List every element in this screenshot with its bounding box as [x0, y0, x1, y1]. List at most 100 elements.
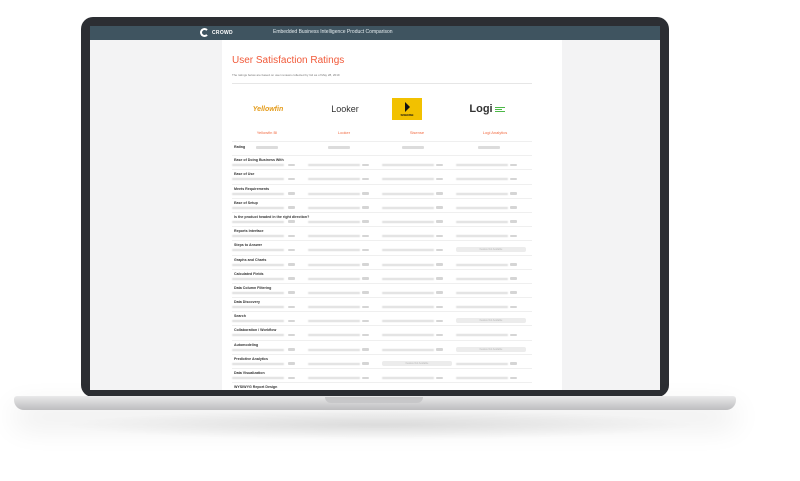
blurred-star-rating: [402, 146, 424, 149]
blurred-score-value: [436, 376, 443, 379]
vendor-name-looker[interactable]: Looker: [309, 130, 379, 135]
rating-row: Automodeling Feature Not Available: [232, 339, 532, 354]
g2-icon: [200, 28, 209, 37]
blurred-score-value: [288, 163, 295, 167]
blurred-score-bar: [382, 164, 434, 167]
blurred-score-value: [362, 177, 369, 181]
blurred-score-value: [362, 333, 369, 337]
blurred-score-bar: [308, 164, 360, 167]
blurred-score-bar: [232, 348, 284, 351]
blurred-score-value: [510, 362, 517, 365]
blurred-score-bar: [382, 277, 434, 280]
rating-row-label: WYSIWYG Report Design: [234, 385, 278, 390]
rating-row-label: Collaboration / Workflow: [234, 328, 277, 333]
blurred-score-bar: [456, 377, 508, 379]
rating-row-label: Data Discovery: [234, 300, 260, 305]
page-subtitle: The ratings below are based on user revi…: [232, 73, 340, 77]
blurred-score-value: [510, 234, 517, 238]
rating-row-label: Ease of Doing Business With: [234, 158, 284, 163]
blurred-score-value: [362, 163, 369, 167]
blurred-score-value: [436, 263, 443, 266]
blurred-score-value: [362, 277, 369, 280]
blurred-star-rating: [256, 146, 278, 149]
blurred-score-bar: [456, 306, 508, 309]
top-bar: CROWD Embedded Business Intelligence Pro…: [90, 26, 660, 40]
blurred-score-value: [288, 348, 295, 351]
blurred-score-bar: [232, 178, 284, 181]
blurred-score-bar: [232, 277, 284, 280]
blurred-score-value: [362, 291, 369, 294]
blurred-star-rating: [328, 146, 350, 149]
blurred-score-bar: [456, 291, 508, 294]
blurred-score-value: [510, 277, 517, 280]
blurred-score-bar: [308, 334, 360, 337]
rating-row-label: Is the product headed in the right direc…: [234, 214, 310, 219]
blurred-score-bar: [456, 220, 508, 223]
rating-row-label: Data Visualization: [234, 371, 265, 375]
vendor-name-yellowfin[interactable]: Yellowfin BI: [232, 130, 302, 135]
blurred-score-value: [436, 163, 443, 167]
blurred-star-rating: [478, 146, 500, 149]
looker-logo: Looker: [320, 97, 370, 121]
blurred-score-bar: [232, 291, 284, 294]
vendor-name-logi[interactable]: Logi Analytics: [460, 130, 530, 135]
blurred-score-bar: [232, 164, 284, 167]
rating-row-label: Calculated Fields: [234, 271, 264, 276]
rating-row-label: Steps to Answer: [234, 243, 263, 248]
rating-row-label: Reports Interface: [234, 229, 264, 234]
rating-row-label: Ease of Setup: [234, 200, 258, 205]
blurred-score-value: [362, 376, 369, 379]
rating-row: Reports Interface: [232, 226, 532, 240]
ratings-table: Rating Ease of Doing Business With Ease o…: [232, 141, 532, 390]
looker-logo-text: Looker: [331, 104, 359, 114]
blurred-score-bar: [456, 192, 508, 195]
g2crowd-logo[interactable]: CROWD: [200, 28, 233, 37]
rating-row: Ease of Setup: [232, 197, 532, 212]
blurred-score-value: [436, 348, 443, 351]
divider: [232, 83, 532, 84]
blurred-score-value: [510, 263, 517, 266]
rating-row: Calculated Fields: [232, 268, 532, 283]
blurred-score-value: [510, 333, 517, 337]
rating-row-label: Graphs and Charts: [234, 257, 267, 262]
rating-row: Graphs and Charts: [232, 254, 532, 269]
blurred-score-bar: [232, 320, 284, 323]
blurred-score-bar: [456, 334, 508, 337]
blurred-score-bar: [456, 277, 508, 280]
logi-logo: Logi: [462, 97, 512, 121]
feature-not-available-pill: Feature Not Available: [456, 346, 526, 352]
blurred-score-value: [288, 234, 295, 238]
blurred-score-value: [510, 376, 517, 379]
rating-label: Rating: [234, 145, 246, 149]
rating-row: WYSIWYG Report Design: [232, 382, 532, 390]
blurred-score-bar: [232, 192, 284, 195]
blurred-score-bar: [456, 164, 508, 167]
feature-not-available-pill: Feature Not Available: [382, 360, 452, 366]
blurred-score-bar: [382, 263, 434, 266]
blurred-score-value: [362, 362, 369, 365]
blurred-score-value: [288, 220, 295, 223]
logi-bars-icon: [494, 106, 505, 112]
blurred-score-value: [288, 248, 295, 252]
blurred-score-bar: [232, 263, 284, 266]
vendor-name-sisense[interactable]: Sisense: [382, 130, 452, 135]
blurred-score-value: [288, 206, 295, 209]
rating-row-label: Predictive Analytics: [234, 356, 269, 361]
rating-row-label: Data Column Filtering: [234, 285, 272, 290]
blurred-score-bar: [232, 306, 284, 309]
blurred-score-bar: [308, 277, 360, 280]
laptop-screen: CROWD Embedded Business Intelligence Pro…: [90, 26, 660, 390]
blurred-score-value: [362, 206, 369, 209]
blurred-score-bar: [308, 362, 360, 365]
blurred-score-value: [288, 192, 295, 195]
rating-row-label: Search: [234, 314, 246, 319]
blurred-score-bar: [456, 362, 508, 365]
sisense-icon: [404, 101, 410, 112]
blurred-score-bar: [232, 377, 284, 379]
sisense-logo-text: SISENSE: [400, 112, 414, 117]
blurred-score-value: [288, 362, 295, 365]
blurred-score-value: [436, 248, 443, 252]
rating-row: Search Feature Not Available: [232, 311, 532, 325]
blurred-score-value: [436, 220, 443, 223]
blurred-score-value: [288, 177, 295, 181]
